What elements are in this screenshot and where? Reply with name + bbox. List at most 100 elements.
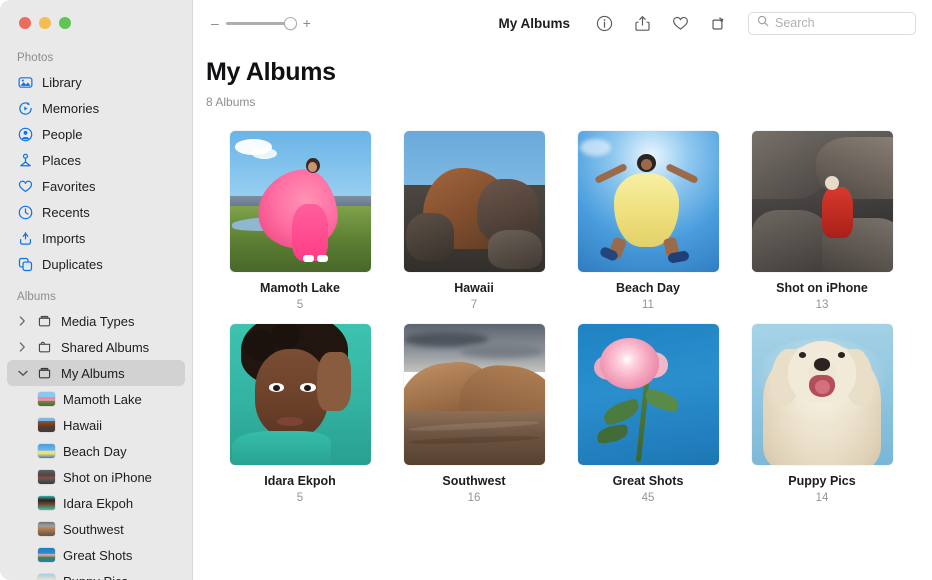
album-card[interactable]: Hawaii 7 xyxy=(387,131,561,311)
sidebar-item-media-types[interactable]: Media Types xyxy=(7,308,185,334)
album-title: Beach Day xyxy=(616,281,680,295)
memories-play-icon xyxy=(17,100,34,117)
minimize-window-button[interactable] xyxy=(39,17,51,29)
sidebar-item-label: Imports xyxy=(42,231,85,246)
album-thumbnail-icon xyxy=(38,496,55,510)
sidebar-item-recents[interactable]: Recents xyxy=(7,199,185,225)
album-title: Mamoth Lake xyxy=(260,281,340,295)
album-thumbnail[interactable] xyxy=(230,324,371,465)
album-thumbnail-icon xyxy=(38,522,55,536)
sidebar-item-label: Recents xyxy=(42,205,90,220)
album-thumbnail-icon xyxy=(38,418,55,432)
album-thumbnail[interactable] xyxy=(752,131,893,272)
sidebar-item-favorites[interactable]: Favorites xyxy=(7,173,185,199)
album-title: Puppy Pics xyxy=(788,474,855,488)
album-title: Hawaii xyxy=(454,281,494,295)
album-artwork-idara-ekpoh xyxy=(230,324,371,465)
album-artwork-southwest xyxy=(404,324,545,465)
slider-knob[interactable] xyxy=(284,17,297,30)
search-field[interactable]: Search xyxy=(748,12,916,35)
sidebar-album-mamoth-lake[interactable]: Mamoth Lake xyxy=(7,386,185,412)
album-card[interactable]: Puppy Pics 14 xyxy=(735,324,909,504)
sidebar-item-memories[interactable]: Memories xyxy=(7,95,185,121)
heart-icon xyxy=(17,178,34,195)
album-card[interactable]: Idara Ekpoh 5 xyxy=(213,324,387,504)
sidebar-item-label: Media Types xyxy=(61,314,134,329)
sidebar-scroll-area[interactable]: Photos Library xyxy=(0,46,192,580)
sidebar-album-beach-day[interactable]: Beach Day xyxy=(7,438,185,464)
sidebar-item-label: Southwest xyxy=(63,522,124,537)
album-title: Southwest xyxy=(442,474,505,488)
page-title: My Albums xyxy=(206,58,932,87)
album-thumbnail[interactable] xyxy=(404,324,545,465)
album-title: Shot on iPhone xyxy=(776,281,868,295)
album-artwork-great-shots xyxy=(578,324,719,465)
thumbnail-size-slider-group[interactable]: – + xyxy=(211,16,311,30)
sidebar-item-places[interactable]: Places xyxy=(7,147,185,173)
sidebar-item-people[interactable]: People xyxy=(7,121,185,147)
sidebar-item-label: Places xyxy=(42,153,81,168)
sidebar-item-label: My Albums xyxy=(61,366,125,381)
chevron-right-icon[interactable] xyxy=(17,342,28,352)
album-card[interactable]: Mamoth Lake 5 xyxy=(213,131,387,311)
window-traffic-lights xyxy=(0,0,192,46)
chevron-right-icon[interactable] xyxy=(17,316,28,326)
toolbar: – + My Albums xyxy=(193,0,932,46)
maximize-window-button[interactable] xyxy=(59,17,71,29)
album-photo-count: 45 xyxy=(642,492,655,504)
album-thumbnail[interactable] xyxy=(404,131,545,272)
favorite-heart-icon[interactable] xyxy=(670,13,690,33)
main-area: – + My Albums xyxy=(193,0,932,580)
info-icon[interactable] xyxy=(594,13,614,33)
album-thumbnail-icon xyxy=(38,548,55,562)
sidebar-album-shot-on-iphone[interactable]: Shot on iPhone xyxy=(7,464,185,490)
album-count-subtitle: 8 Albums xyxy=(206,95,932,109)
photo-library-icon xyxy=(17,74,34,91)
zoom-in-icon[interactable]: + xyxy=(303,16,311,30)
sidebar-album-puppy-pics[interactable]: Puppy Pics xyxy=(7,568,185,580)
album-artwork-beach-day xyxy=(578,131,719,272)
album-card[interactable]: Shot on iPhone 13 xyxy=(735,131,909,311)
sidebar-album-southwest[interactable]: Southwest xyxy=(7,516,185,542)
album-thumbnail[interactable] xyxy=(578,131,719,272)
album-artwork-puppy-pics xyxy=(752,324,893,465)
album-card[interactable]: Great Shots 45 xyxy=(561,324,735,504)
sidebar-item-label: Puppy Pics xyxy=(63,574,128,580)
toolbar-title: My Albums xyxy=(498,16,570,31)
album-thumbnail-icon xyxy=(38,392,55,406)
album-photo-count: 5 xyxy=(297,299,303,311)
album-thumbnail[interactable] xyxy=(578,324,719,465)
sidebar-album-great-shots[interactable]: Great Shots xyxy=(7,542,185,568)
album-thumbnail[interactable] xyxy=(230,131,371,272)
close-window-button[interactable] xyxy=(19,17,31,29)
sidebar-album-idara-ekpoh[interactable]: Idara Ekpoh xyxy=(7,490,185,516)
sidebar-item-library[interactable]: Library xyxy=(7,69,185,95)
toolbar-actions xyxy=(594,13,728,33)
thumbnail-size-slider[interactable] xyxy=(226,16,296,30)
search-placeholder: Search xyxy=(775,16,815,30)
album-card[interactable]: Beach Day 11 xyxy=(561,131,735,311)
sidebar-item-label: Shared Albums xyxy=(61,340,149,355)
sidebar-item-my-albums[interactable]: My Albums xyxy=(7,360,185,386)
album-card[interactable]: Southwest 16 xyxy=(387,324,561,504)
sidebar-item-imports[interactable]: Imports xyxy=(7,225,185,251)
import-arrow-icon xyxy=(17,230,34,247)
album-title: Great Shots xyxy=(613,474,684,488)
share-icon[interactable] xyxy=(632,13,652,33)
sidebar-item-shared-albums[interactable]: Shared Albums xyxy=(7,334,185,360)
sidebar-album-hawaii[interactable]: Hawaii xyxy=(7,412,185,438)
album-photo-count: 13 xyxy=(816,299,829,311)
sidebar-item-duplicates[interactable]: Duplicates xyxy=(7,251,185,277)
albums-grid: Mamoth Lake 5 Hawaii 7 xyxy=(193,131,932,504)
sidebar-section-photos-label: Photos xyxy=(0,46,192,69)
album-photo-count: 14 xyxy=(816,492,829,504)
album-photo-count: 11 xyxy=(642,299,654,311)
album-photo-count: 5 xyxy=(297,492,303,504)
zoom-out-icon[interactable]: – xyxy=(211,16,219,30)
rotate-icon[interactable] xyxy=(708,13,728,33)
album-artwork-mamoth-lake xyxy=(230,131,371,272)
sidebar-item-label: Favorites xyxy=(42,179,95,194)
chevron-down-icon[interactable] xyxy=(17,370,28,377)
album-thumbnail[interactable] xyxy=(752,324,893,465)
sidebar-item-label: Shot on iPhone xyxy=(63,470,152,485)
